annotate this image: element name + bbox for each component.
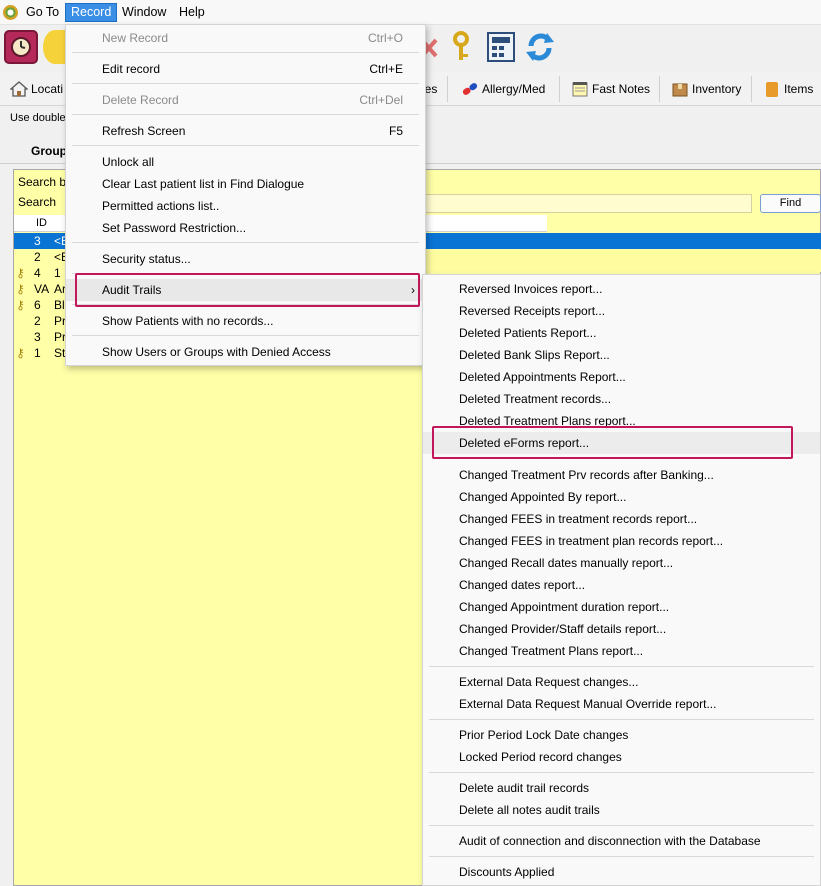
menu-item-clear-last-patient[interactable]: Clear Last patient list in Find Dialogue: [66, 173, 425, 195]
menu-item-changed-fees-plan[interactable]: Changed FEES in treatment plan records r…: [423, 530, 820, 552]
menu-item-patients-no-records[interactable]: Show Patients with no records...: [66, 310, 425, 332]
menu-item-deleted-bank-slips[interactable]: Deleted Bank Slips Report...: [423, 344, 820, 366]
deleted-eforms-highlight: [432, 426, 793, 459]
menu-separator: [429, 666, 814, 667]
menu-goto[interactable]: Go To: [21, 3, 64, 22]
refresh-icon[interactable]: [523, 30, 557, 64]
menu-item-changed-treatment-plans[interactable]: Changed Treatment Plans report...: [423, 640, 820, 662]
key-icon: ⚷: [16, 298, 25, 312]
menu-item-prior-period-lock[interactable]: Prior Period Lock Date changes: [423, 724, 820, 746]
box-icon: [671, 80, 689, 98]
tab-locations[interactable]: Locati: [5, 76, 67, 102]
menu-item-reversed-invoices[interactable]: Reversed Invoices report...: [423, 278, 820, 300]
search-input[interactable]: [420, 194, 752, 213]
clock-icon[interactable]: [4, 30, 38, 64]
menu-item-locked-period-changes[interactable]: Locked Period record changes: [423, 746, 820, 768]
menu-item-delete-notes-audit[interactable]: Delete all notes audit trails: [423, 799, 820, 821]
tab-fast-notes[interactable]: Fast Notes: [566, 76, 660, 102]
menu-item-changed-recall-dates[interactable]: Changed Recall dates manually report...: [423, 552, 820, 574]
menu-item-audit-connection[interactable]: Audit of connection and disconnection wi…: [423, 830, 820, 852]
items-icon: [763, 80, 781, 98]
menu-separator: [429, 825, 814, 826]
menu-item-denied-access[interactable]: Show Users or Groups with Denied Access: [66, 341, 425, 363]
menu-separator: [72, 335, 419, 336]
menu-separator: [72, 83, 419, 84]
pill-icon: [461, 80, 479, 98]
row-highlight: [420, 250, 821, 272]
menu-item-changed-fees-treatment[interactable]: Changed FEES in treatment records report…: [423, 508, 820, 530]
menu-item-reversed-receipts[interactable]: Reversed Receipts report...: [423, 300, 820, 322]
audit-trails-submenu: Reversed Invoices report... Reversed Rec…: [422, 274, 821, 886]
tab-items[interactable]: Items: [758, 76, 818, 102]
tab-inventory[interactable]: Inventory: [666, 76, 752, 102]
menu-item-delete-record[interactable]: Delete Record Ctrl+Del: [66, 89, 425, 111]
menu-item-changed-treatment-prv[interactable]: Changed Treatment Prv records after Bank…: [423, 464, 820, 486]
menu-item-changed-dates[interactable]: Changed dates report...: [423, 574, 820, 596]
menu-item-password-restriction[interactable]: Set Password Restriction...: [66, 217, 425, 239]
menu-item-delete-audit-records[interactable]: Delete audit trail records: [423, 777, 820, 799]
menu-item-deleted-appointments[interactable]: Deleted Appointments Report...: [423, 366, 820, 388]
menu-item-deleted-treatment-records[interactable]: Deleted Treatment records...: [423, 388, 820, 410]
menu-item-changed-provider-staff[interactable]: Changed Provider/Staff details report...: [423, 618, 820, 640]
hint-text: Use double: [10, 112, 66, 124]
app-gear-icon[interactable]: [3, 5, 18, 20]
key-icon: ⚷: [16, 282, 25, 296]
menu-record[interactable]: Record: [65, 3, 118, 22]
notepad-icon: [571, 80, 589, 98]
record-menu: New Record Ctrl+O Edit record Ctrl+E Del…: [65, 24, 426, 366]
menu-item-permitted-actions[interactable]: Permitted actions list..: [66, 195, 425, 217]
menu-help[interactable]: Help: [174, 3, 210, 22]
search-by-label: Search b: [18, 175, 67, 189]
key-icon[interactable]: [447, 30, 475, 64]
search-label: Search: [18, 195, 57, 209]
calculator-icon[interactable]: [485, 30, 517, 64]
menu-item-security-status[interactable]: Security status...: [66, 248, 425, 270]
house-icon: [9, 80, 29, 98]
menu-separator: [72, 145, 419, 146]
menu-separator: [429, 772, 814, 773]
menu-separator: [72, 242, 419, 243]
audit-trails-highlight: [75, 273, 420, 307]
menu-separator: [429, 856, 814, 857]
menu-bar: Go To Record Window Help: [0, 0, 821, 25]
find-button[interactable]: Find: [760, 194, 821, 213]
menu-item-discounts-applied[interactable]: Discounts Applied: [423, 861, 820, 883]
menu-separator: [72, 52, 419, 53]
smiley-icon[interactable]: [43, 30, 67, 64]
key-icon: ⚷: [16, 266, 25, 280]
menu-item-deleted-patients[interactable]: Deleted Patients Report...: [423, 322, 820, 344]
menu-window[interactable]: Window: [117, 3, 171, 22]
group-label[interactable]: Group: [31, 144, 67, 158]
menu-separator: [72, 114, 419, 115]
column-id[interactable]: ID: [36, 217, 47, 229]
menu-item-external-data-request[interactable]: External Data Request changes...: [423, 671, 820, 693]
menu-item-changed-appointed-by[interactable]: Changed Appointed By report...: [423, 486, 820, 508]
key-icon: ⚷: [16, 346, 25, 360]
menu-separator: [429, 719, 814, 720]
menu-item-changed-appointment-duration[interactable]: Changed Appointment duration report...: [423, 596, 820, 618]
menu-item-external-data-override[interactable]: External Data Request Manual Override re…: [423, 693, 820, 715]
menu-item-refresh-screen[interactable]: Refresh Screen F5: [66, 120, 425, 142]
menu-item-new-record[interactable]: New Record Ctrl+O: [66, 27, 425, 49]
menu-item-edit-record[interactable]: Edit record Ctrl+E: [66, 58, 425, 80]
menu-item-unlock-all[interactable]: Unlock all: [66, 151, 425, 173]
tab-allergy-med[interactable]: Allergy/Med: [456, 76, 560, 102]
